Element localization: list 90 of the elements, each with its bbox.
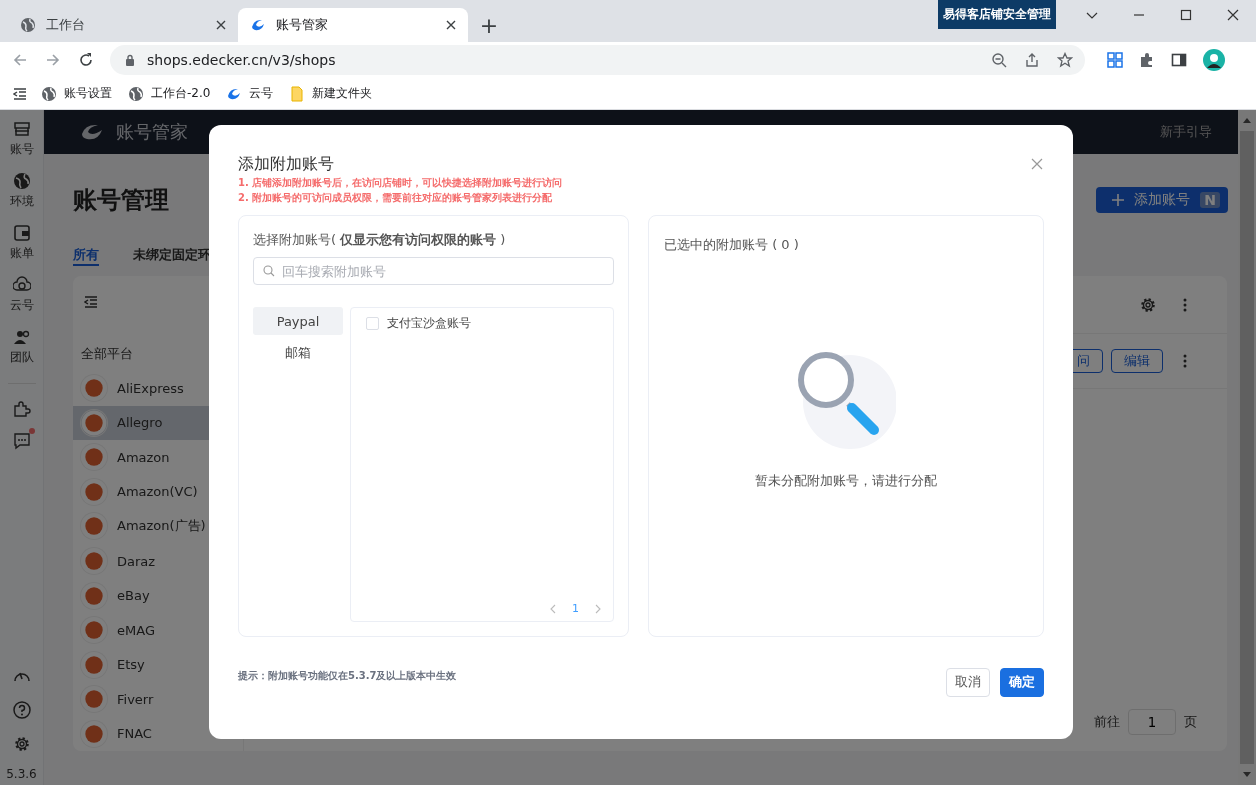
platform-item[interactable]: Daraz xyxy=(73,543,243,579)
bookmark[interactable]: 账号设置 xyxy=(41,85,112,102)
browser-tab[interactable]: 工作台 xyxy=(8,8,238,42)
sidebar-icon[interactable] xyxy=(1171,52,1187,68)
add-account-button[interactable]: 添加账号 N xyxy=(1096,187,1228,213)
category-item[interactable]: Paypal xyxy=(253,307,343,335)
plus-icon xyxy=(1112,194,1125,206)
puzzle-icon[interactable] xyxy=(1139,52,1155,68)
reload-icon[interactable] xyxy=(78,52,94,68)
more-icon[interactable] xyxy=(1183,297,1187,312)
scroll-up-icon[interactable] xyxy=(1243,118,1251,123)
forward-arrow-icon[interactable] xyxy=(45,52,61,68)
extension-badge[interactable]: 易得客店铺安全管理 xyxy=(938,0,1056,29)
close-icon[interactable] xyxy=(1227,9,1239,21)
cancel-button[interactable]: 取消 xyxy=(946,667,990,697)
confirm-button[interactable]: 确定 xyxy=(1000,667,1044,697)
help-icon[interactable] xyxy=(12,701,31,719)
rail-item[interactable]: 环境 xyxy=(9,172,34,224)
account-name: 支付宝沙盒账号 xyxy=(387,315,471,332)
team-icon xyxy=(12,328,31,346)
warning-note: 1. 店铺添加附加账号后，在访问店铺时，可以快捷选择附加账号进行访问 xyxy=(238,176,564,190)
goto-label: 前往 xyxy=(1094,713,1120,731)
star-icon[interactable] xyxy=(1057,52,1073,68)
platform-item[interactable]: eMAG xyxy=(73,612,243,648)
page-tab[interactable]: 所有 xyxy=(73,246,99,266)
rail-item[interactable]: 团队 xyxy=(9,328,34,380)
rail-item[interactable]: 账单 xyxy=(9,224,34,276)
shop-icon xyxy=(12,120,31,138)
avatar-icon[interactable] xyxy=(1203,49,1225,71)
platform-item[interactable]: eBay xyxy=(73,578,243,613)
bookmark[interactable]: 新建文件夹 xyxy=(289,85,373,102)
platform-item[interactable]: FNAC xyxy=(73,716,243,751)
platform-heading: 全部平台 xyxy=(81,345,134,363)
new-tab-button[interactable]: + xyxy=(472,8,506,42)
lock-icon xyxy=(124,54,136,66)
wallet-icon xyxy=(12,224,31,242)
platform-item[interactable]: AliExpress xyxy=(73,371,243,406)
swirl-logo-icon xyxy=(80,122,104,142)
scroll-down-icon[interactable] xyxy=(1243,772,1251,777)
puzzle-icon[interactable] xyxy=(12,400,31,418)
close-icon[interactable] xyxy=(216,20,226,30)
close-icon[interactable] xyxy=(446,20,456,30)
panel-heading: 已选中的附加账号 ( 0 ) xyxy=(664,236,800,254)
list-icon[interactable] xyxy=(13,86,27,101)
rail-item[interactable]: 云号 xyxy=(9,276,34,328)
page-suffix: 页 xyxy=(1184,713,1197,731)
panel-heading: 选择附加账号( 仅显示您有访问权限的账号 ) xyxy=(253,231,507,249)
search-field[interactable]: 回车搜索附加账号 xyxy=(253,257,614,285)
page-input[interactable]: 1 xyxy=(1128,709,1176,735)
globe-icon xyxy=(128,85,144,102)
maximize-icon[interactable] xyxy=(1180,9,1192,21)
category-item[interactable]: 邮箱 xyxy=(253,339,343,367)
rail-item[interactable]: 账号 xyxy=(9,120,34,172)
collapse-icon[interactable] xyxy=(84,295,98,309)
platform-item[interactable]: Amazon(VC) xyxy=(73,474,243,510)
settings-icon[interactable] xyxy=(12,735,31,753)
folder-icon xyxy=(289,85,306,102)
search-icon xyxy=(263,265,275,277)
dialog-title: 添加附加账号 xyxy=(238,153,334,175)
brand-name: 账号管家 xyxy=(116,120,188,144)
cloud-icon xyxy=(12,276,31,294)
settings-icon[interactable] xyxy=(1139,295,1157,314)
checkbox[interactable] xyxy=(366,317,379,330)
warning-note: 2. 附加账号的可访问成员权限，需要前往对应的账号管家列表进行分配 xyxy=(238,191,554,205)
url-text: shops.edecker.cn/v3/shops xyxy=(147,52,336,68)
grid-icon[interactable] xyxy=(1107,52,1123,68)
globe-icon xyxy=(12,172,31,190)
globe-icon xyxy=(20,17,36,33)
version-label: 5.3.6 xyxy=(6,767,37,781)
platform-item[interactable]: Amazon(广告) xyxy=(73,509,243,544)
back-arrow-icon[interactable] xyxy=(12,52,28,68)
empty-message: 暂未分配附加账号，请进行分配 xyxy=(755,472,937,490)
hint-text: 提示：附加账号功能仅在5.3.7及以上版本中生效 xyxy=(238,669,457,683)
address-bar[interactable]: shops.edecker.cn/v3/shops xyxy=(110,45,1085,75)
platform-item[interactable]: Amazon xyxy=(73,440,243,475)
row-action-button[interactable]: 编辑 xyxy=(1111,349,1163,373)
swirl-logo-icon xyxy=(250,17,266,33)
bookmark[interactable]: 云号 xyxy=(226,85,274,102)
platform-item[interactable]: Fiverr xyxy=(73,681,243,717)
bookmark[interactable]: 工作台-2.0 xyxy=(128,85,211,102)
globe-icon xyxy=(41,85,57,102)
browser-tab[interactable]: 账号管家 xyxy=(238,8,468,42)
more-icon[interactable] xyxy=(1183,354,1187,368)
platform-logo-icon xyxy=(81,409,107,436)
zoom-out-icon[interactable] xyxy=(991,52,1007,68)
chat-icon[interactable] xyxy=(12,432,31,450)
page-title: 账号管理 xyxy=(73,185,169,216)
guide-link[interactable]: 新手引导 xyxy=(1160,123,1212,141)
share-icon[interactable] xyxy=(1024,52,1040,68)
page-number[interactable]: 1 xyxy=(572,602,579,615)
